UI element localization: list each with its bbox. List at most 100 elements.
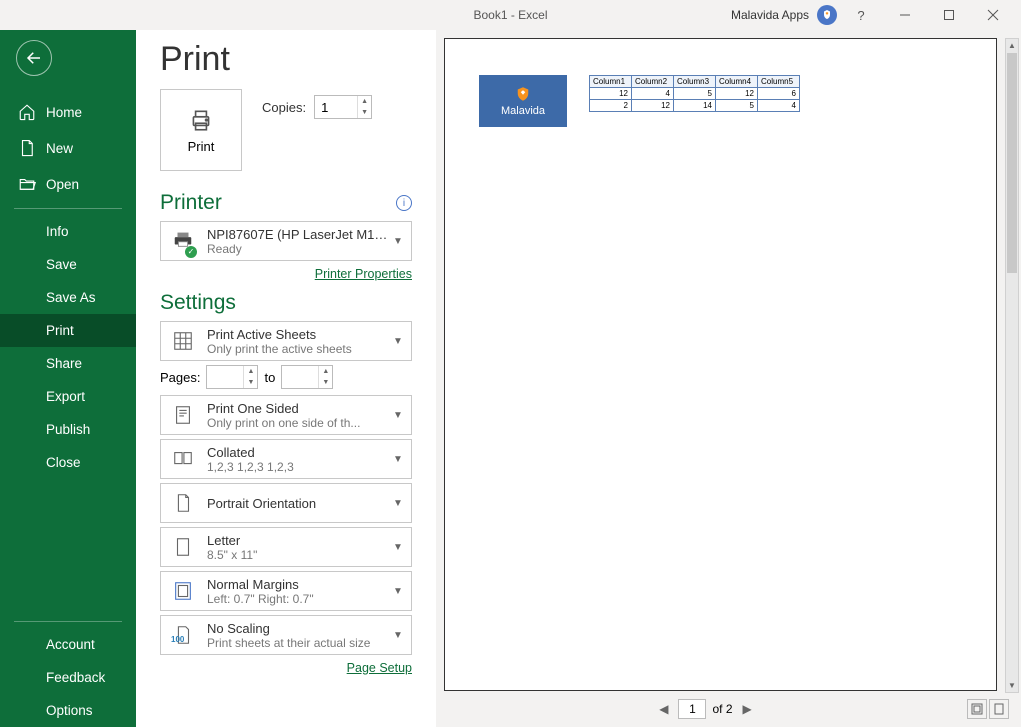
printer-properties-link[interactable]: Printer Properties (315, 267, 412, 281)
page-navigator: ◀ of 2 ▶ (655, 699, 755, 719)
current-page-input[interactable] (678, 699, 706, 719)
dropdown-title: Collated (207, 445, 391, 460)
table-cell: 14 (674, 100, 716, 112)
spinner-up-icon[interactable]: ▲ (244, 366, 257, 377)
table-header: Column5 (758, 76, 800, 88)
preview-logo-text: Malavida (501, 105, 545, 117)
sidebar-item-print[interactable]: Print (0, 314, 136, 347)
printer-selector[interactable]: ✓ NPI87607E (HP LaserJet M15... Ready ▼ (160, 221, 412, 261)
orientation-selector[interactable]: Portrait Orientation ▼ (160, 483, 412, 523)
sidebar-item-save-as[interactable]: Save As (0, 281, 136, 314)
printer-status: Ready (207, 242, 391, 256)
sidebar-item-account[interactable]: Account (0, 628, 136, 661)
table-cell: 12 (716, 88, 758, 100)
sidebar-separator (14, 621, 122, 622)
sidebar-item-label: New (46, 141, 73, 156)
dropdown-sub: 8.5" x 11" (207, 548, 391, 562)
minimize-button[interactable] (885, 1, 925, 29)
dropdown-sub: Left: 0.7" Right: 0.7" (207, 592, 391, 606)
spinner-down-icon[interactable]: ▼ (319, 377, 332, 388)
sidebar-item-label: Info (46, 224, 69, 239)
table-cell: 2 (590, 100, 632, 112)
chevron-down-icon: ▼ (393, 586, 411, 597)
scroll-down-icon[interactable]: ▼ (1006, 679, 1018, 692)
scaling-selector[interactable]: 100 No Scaling Print sheets at their act… (160, 615, 412, 655)
paper-icon (161, 536, 205, 558)
dropdown-title: Normal Margins (207, 577, 391, 592)
dropdown-sub: 1,2,3 1,2,3 1,2,3 (207, 460, 391, 474)
sidebar-item-new[interactable]: New (0, 130, 136, 166)
dropdown-title: No Scaling (207, 621, 391, 636)
dropdown-title: Print Active Sheets (207, 327, 391, 342)
status-ok-icon: ✓ (185, 246, 197, 258)
next-page-button[interactable]: ▶ (739, 700, 756, 718)
prev-page-button[interactable]: ◀ (655, 700, 672, 718)
zoom-to-page-button[interactable] (989, 699, 1009, 719)
printer-device-icon: ✓ (172, 228, 194, 255)
show-margins-button[interactable] (967, 699, 987, 719)
printer-info-icon[interactable]: i (396, 195, 412, 211)
sidebar-item-export[interactable]: Export (0, 380, 136, 413)
close-button[interactable] (973, 1, 1013, 29)
pages-to-label: to (264, 370, 275, 385)
sidebar-item-share[interactable]: Share (0, 347, 136, 380)
sidebar-item-save[interactable]: Save (0, 248, 136, 281)
sidebar-item-close[interactable]: Close (0, 446, 136, 479)
back-button[interactable] (16, 40, 52, 76)
help-button[interactable]: ? (841, 1, 881, 29)
pages-from-input[interactable] (207, 366, 243, 388)
sidebar-item-label: Share (46, 356, 82, 371)
new-icon (18, 139, 36, 157)
spinner-up-icon[interactable]: ▲ (319, 366, 332, 377)
printer-header: Printer (160, 191, 222, 215)
scroll-thumb[interactable] (1007, 53, 1017, 273)
preview-logo: Malavida (479, 75, 567, 127)
titlebar: Book1 - Excel Malavida Apps ? (0, 0, 1021, 30)
print-what-selector[interactable]: Print Active Sheets Only print the activ… (160, 321, 412, 361)
table-cell: 6 (758, 88, 800, 100)
margins-selector[interactable]: Normal Margins Left: 0.7" Right: 0.7" ▼ (160, 571, 412, 611)
sidebar-item-home[interactable]: Home (0, 94, 136, 130)
table-header: Column4 (716, 76, 758, 88)
sidebar-item-open[interactable]: Open (0, 166, 136, 202)
table-header: Column1 (590, 76, 632, 88)
dropdown-title: Letter (207, 533, 391, 548)
sidebar-item-label: Home (46, 105, 82, 120)
sidebar-item-publish[interactable]: Publish (0, 413, 136, 446)
window-title: Book1 - Excel (473, 8, 547, 22)
sidebar-item-label: Close (46, 455, 81, 470)
page-count-label: of 2 (712, 702, 732, 716)
sidebar-item-label: Account (46, 637, 95, 652)
app-label: Malavida Apps (731, 8, 809, 22)
sidebar-item-label: Export (46, 389, 85, 404)
chevron-down-icon: ▼ (393, 454, 411, 465)
maximize-button[interactable] (929, 1, 969, 29)
page-setup-link[interactable]: Page Setup (347, 661, 412, 675)
sidebar-item-options[interactable]: Options (0, 694, 136, 727)
dropdown-sub: Only print the active sheets (207, 342, 391, 356)
pages-to-spinner[interactable]: ▲▼ (281, 365, 333, 389)
copies-spinner[interactable]: ▲▼ (314, 95, 372, 119)
table-row: 2121454 (590, 100, 800, 112)
print-button[interactable]: Print (160, 89, 242, 171)
spinner-down-icon[interactable]: ▼ (244, 377, 257, 388)
spinner-down-icon[interactable]: ▼ (358, 107, 371, 118)
copies-input[interactable] (315, 96, 357, 118)
scroll-up-icon[interactable]: ▲ (1006, 39, 1018, 52)
sides-selector[interactable]: Print One Sided Only print on one side o… (160, 395, 412, 435)
table-cell: 5 (674, 88, 716, 100)
sidebar-item-feedback[interactable]: Feedback (0, 661, 136, 694)
sidebar-item-label: Print (46, 323, 74, 338)
scaling-icon: 100 (161, 624, 205, 646)
pages-to-input[interactable] (282, 366, 318, 388)
sidebar-item-label: Save As (46, 290, 96, 305)
collation-selector[interactable]: Collated 1,2,3 1,2,3 1,2,3 ▼ (160, 439, 412, 479)
paper-size-selector[interactable]: Letter 8.5" x 11" ▼ (160, 527, 412, 567)
preview-scrollbar[interactable]: ▲ ▼ (1005, 38, 1019, 693)
sidebar-item-info[interactable]: Info (0, 215, 136, 248)
dropdown-sub: Print sheets at their actual size (207, 636, 391, 650)
pages-from-spinner[interactable]: ▲▼ (206, 365, 258, 389)
sidebar-item-label: Publish (46, 422, 90, 437)
spinner-up-icon[interactable]: ▲ (358, 96, 371, 107)
table-cell: 4 (632, 88, 674, 100)
